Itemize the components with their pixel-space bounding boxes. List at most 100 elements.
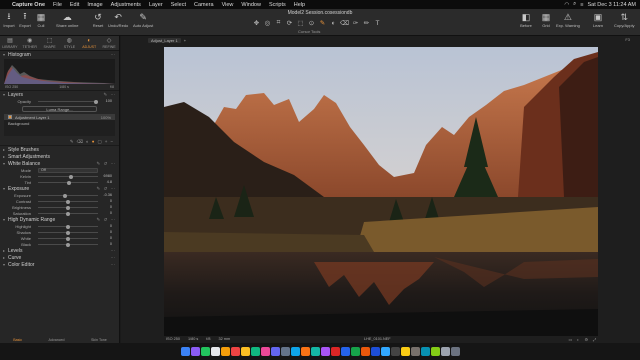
reset-button[interactable]: ↺ Reset xyxy=(92,11,104,29)
picker-tool-icon[interactable]: ✑ xyxy=(351,19,360,28)
slider-knob[interactable] xyxy=(67,180,72,185)
lightroom-icon[interactable] xyxy=(370,347,380,356)
menu-view[interactable]: View xyxy=(218,2,238,8)
powerpoint-icon[interactable] xyxy=(360,347,370,356)
eraser-tool-icon[interactable]: ⌫ xyxy=(340,19,349,28)
annotate-tool-icon[interactable]: ✏ xyxy=(362,19,371,28)
auto-adjust-button[interactable]: ✎ Auto Adjust xyxy=(133,11,153,29)
layers-menu-icon[interactable]: ✎ ⋯ xyxy=(103,92,116,98)
tab-adjust[interactable]: ◐ ADJUST xyxy=(79,36,99,50)
gradient-icon[interactable]: ◐ xyxy=(86,139,89,144)
slider-knob[interactable] xyxy=(66,205,70,210)
menu-file[interactable]: File xyxy=(49,2,66,8)
slider-knob[interactable] xyxy=(66,224,70,229)
tab-style[interactable]: ◍ STYLE xyxy=(59,36,79,50)
word-icon[interactable] xyxy=(340,347,350,356)
excel-icon[interactable] xyxy=(350,347,360,356)
copy-apply-button[interactable]: ⇅ Copy/Apply xyxy=(614,11,634,29)
slider-knob[interactable] xyxy=(69,174,73,179)
pan-tool-icon[interactable]: ✥ xyxy=(252,19,261,28)
slider-track[interactable] xyxy=(38,199,98,204)
slider-knob[interactable] xyxy=(66,242,70,247)
cull-button[interactable]: ▦ Cull xyxy=(35,11,47,29)
mail-icon[interactable] xyxy=(290,347,300,356)
safari-icon[interactable] xyxy=(210,347,220,356)
menu-layer[interactable]: Layer xyxy=(145,2,167,8)
add-tab-icon[interactable]: + xyxy=(184,38,186,43)
exposure-header[interactable]: ▾ Exposure ✎ ↺ ⋯ xyxy=(0,185,119,192)
tab-library[interactable]: ▤ LIBRARY xyxy=(0,36,20,50)
slider-track[interactable] xyxy=(38,242,98,247)
style-brushes-header[interactable]: ▸ Style Brushes xyxy=(0,146,119,153)
terminal-icon[interactable] xyxy=(410,347,420,356)
eraser-icon[interactable]: ⌫ xyxy=(77,139,83,145)
slider-knob[interactable] xyxy=(63,193,67,198)
menu-image[interactable]: Image xyxy=(83,2,106,8)
slider-track[interactable] xyxy=(38,224,98,229)
smart-adjustments-header[interactable]: ▸ Smart Adjustments xyxy=(0,153,119,160)
photos-icon[interactable] xyxy=(220,347,230,356)
color-picker-icon[interactable]: ● xyxy=(92,139,95,144)
luma-range-button[interactable]: Luma Range... xyxy=(22,106,97,112)
histogram-header[interactable]: ▾ Histogram ⋯ xyxy=(0,51,119,58)
slider-knob[interactable] xyxy=(66,230,70,235)
slider-knob[interactable] xyxy=(66,199,70,204)
photoshop-icon[interactable] xyxy=(380,347,390,356)
menu-help[interactable]: Help xyxy=(290,2,309,8)
slider-knob[interactable] xyxy=(66,236,70,241)
import-button[interactable]: ⭳ Import xyxy=(3,11,15,28)
tab-shape[interactable]: ⬚ SHAPE xyxy=(40,36,60,50)
export-button[interactable]: ⭱ Export xyxy=(19,11,31,28)
menu-select[interactable]: Select xyxy=(167,2,190,8)
tab-tether[interactable]: ◉ TETHER xyxy=(20,36,40,50)
mask-icon[interactable]: ▢ xyxy=(97,139,101,145)
menu-camera[interactable]: Camera xyxy=(190,2,218,8)
zoom-icon[interactable] xyxy=(420,347,430,356)
curve-menu-icon[interactable]: ⋯ xyxy=(111,255,117,261)
slider-track[interactable] xyxy=(38,180,98,185)
hdr-header[interactable]: ▾ High Dynamic Range ✎ ↺ ⋯ xyxy=(0,216,119,223)
books-icon[interactable] xyxy=(300,347,310,356)
downloads-icon[interactable] xyxy=(440,347,450,356)
levels-menu-icon[interactable]: ⋯ xyxy=(111,248,117,254)
facetime-icon[interactable] xyxy=(250,347,260,356)
pick-tool-icon[interactable]: ◎ xyxy=(263,19,272,28)
crop-tool-icon[interactable]: ⌗ xyxy=(274,19,283,28)
wifi-icon[interactable]: ◠ xyxy=(564,2,569,8)
news-icon[interactable] xyxy=(330,347,340,356)
spot-tool-icon[interactable]: ⊙ xyxy=(307,19,316,28)
menu-window[interactable]: Window xyxy=(237,2,265,8)
finder-icon[interactable] xyxy=(180,347,190,356)
layer-visibility-checkbox[interactable] xyxy=(8,115,12,119)
before-button[interactable]: ◧ Before xyxy=(520,11,532,29)
color-editor-menu-icon[interactable]: ⋯ xyxy=(111,262,117,268)
slider-track[interactable] xyxy=(38,205,98,210)
learn-button[interactable]: ▣ Learn xyxy=(592,11,604,29)
slider-knob[interactable] xyxy=(94,99,98,104)
hdr-menu-icon[interactable]: ✎ ↺ ⋯ xyxy=(96,217,116,223)
trash-icon[interactable] xyxy=(450,347,460,356)
menu-scripts[interactable]: Scripts xyxy=(265,2,290,8)
rotate-tool-icon[interactable]: ⟳ xyxy=(285,19,294,28)
music-icon[interactable] xyxy=(260,347,270,356)
slider-track[interactable] xyxy=(38,211,98,216)
gradient-tool-icon[interactable]: ◐ xyxy=(329,19,338,28)
remove-layer-icon[interactable]: − xyxy=(110,139,113,144)
spotify-icon[interactable] xyxy=(430,347,440,356)
launchpad-icon[interactable] xyxy=(190,347,200,356)
search-icon[interactable]: ⌕ xyxy=(573,1,576,8)
brush-tool-icon[interactable]: ✎ xyxy=(318,19,327,28)
menubar-datetime[interactable]: Sat Dec 3 11:24 AM xyxy=(587,2,636,8)
exposure-warning-button[interactable]: ⚠ Exp. Warning xyxy=(556,11,580,29)
main-photo[interactable] xyxy=(164,47,598,336)
viewer-controls-icon[interactable]: ▭ ◐ ⚙ ⤢ xyxy=(569,337,599,342)
share-online-button[interactable]: ☁ Share online xyxy=(56,11,78,29)
color-editor-header[interactable]: ▾ Color Editor ⋯ xyxy=(0,261,119,268)
podcasts-icon[interactable] xyxy=(320,347,330,356)
levels-header[interactable]: ▸ Levels ⋯ xyxy=(0,247,119,254)
menu-edit[interactable]: Edit xyxy=(66,2,83,8)
calendar-icon[interactable] xyxy=(230,347,240,356)
brush-icon[interactable]: ✎ xyxy=(70,139,74,145)
undo-redo-button[interactable]: ↶ Undo/Redo xyxy=(108,11,128,29)
slider-track[interactable] xyxy=(38,193,98,198)
